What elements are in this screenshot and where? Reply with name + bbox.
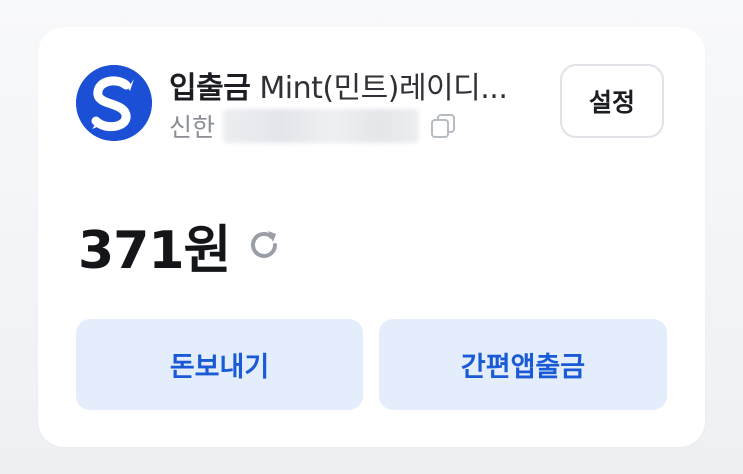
account-title: 입출금 Mint(민트)레이디... (169, 63, 508, 107)
easy-app-withdraw-button[interactable]: 간편앱출금 (379, 319, 667, 410)
account-number-masked (223, 109, 420, 143)
copy-icon[interactable] (429, 112, 457, 140)
bank-name: 신한 (169, 113, 216, 142)
account-card: 입출금 Mint(민트)레이디... 신한 설정 371원 돈보내기 간편앱출금 (38, 27, 705, 447)
account-subtitle: 신한 (169, 109, 457, 143)
refresh-icon[interactable] (244, 225, 284, 265)
balance-amount: 371원 (78, 220, 231, 281)
account-type: 입출금 (169, 71, 251, 106)
bank-logo-icon (76, 65, 152, 141)
settings-button[interactable]: 설정 (560, 64, 664, 138)
balance-row: 371원 (78, 213, 284, 281)
send-money-button[interactable]: 돈보내기 (76, 319, 363, 410)
account-name: Mint(민트)레이디... (250, 71, 508, 106)
